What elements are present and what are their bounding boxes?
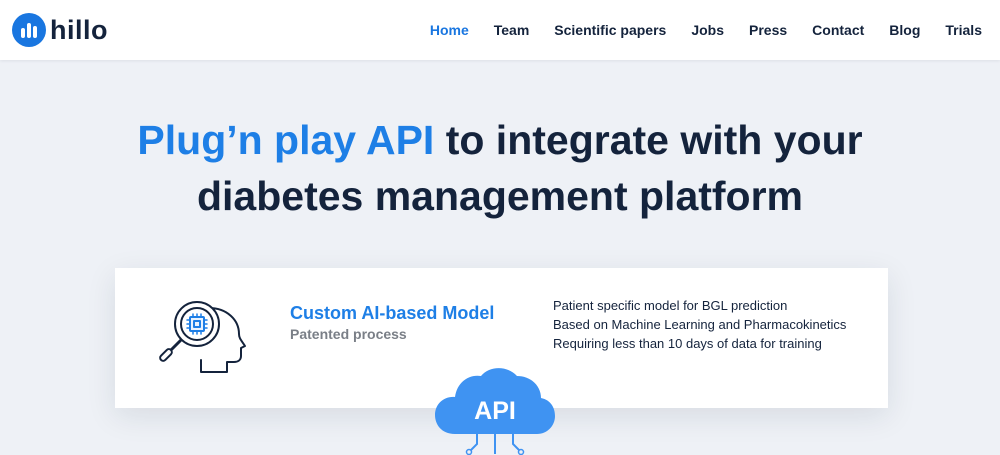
hero-line2: diabetes management platform (196, 173, 804, 219)
nav-item-contact[interactable]: Contact (812, 22, 864, 38)
hero-heading: Plug’n play API to integrate with your d… (0, 112, 1000, 224)
main-nav: Home Team Scientific papers Jobs Press C… (405, 0, 982, 60)
nav-item-trials[interactable]: Trials (945, 22, 982, 38)
brand-logo[interactable]: hillo (12, 13, 108, 47)
hero-line1-rest: to integrate with your (434, 117, 863, 163)
logo-bars-icon (12, 13, 46, 47)
nav-item-home[interactable]: Home (430, 22, 469, 38)
feature-item: Patient specific model for BGL predictio… (553, 298, 788, 313)
card-title: Custom AI-based Model (290, 303, 495, 323)
nav-item-scientific-papers[interactable]: Scientific papers (554, 22, 666, 38)
head-magnifier-chip-icon (159, 301, 246, 373)
nav-item-press[interactable]: Press (749, 22, 787, 38)
nav-item-team[interactable]: Team (494, 22, 530, 38)
feature-list: Patient specific model for BGL predictio… (553, 296, 846, 353)
nav-item-blog[interactable]: Blog (889, 22, 920, 38)
site-header: hillo Home Team Scientific papers Jobs P… (0, 0, 1000, 60)
hero-highlight: Plug’n play API (137, 117, 435, 163)
brand-name: hillo (50, 15, 108, 45)
api-label: API (474, 397, 516, 425)
nav-item-jobs[interactable]: Jobs (691, 22, 724, 38)
cloud-icon: API (435, 368, 555, 455)
card-subtitle: Patented process (290, 326, 407, 342)
feature-item: Based on Machine Learning and Pharmacoki… (553, 317, 847, 332)
feature-item: Requiring less than 10 days of data for … (553, 336, 822, 351)
